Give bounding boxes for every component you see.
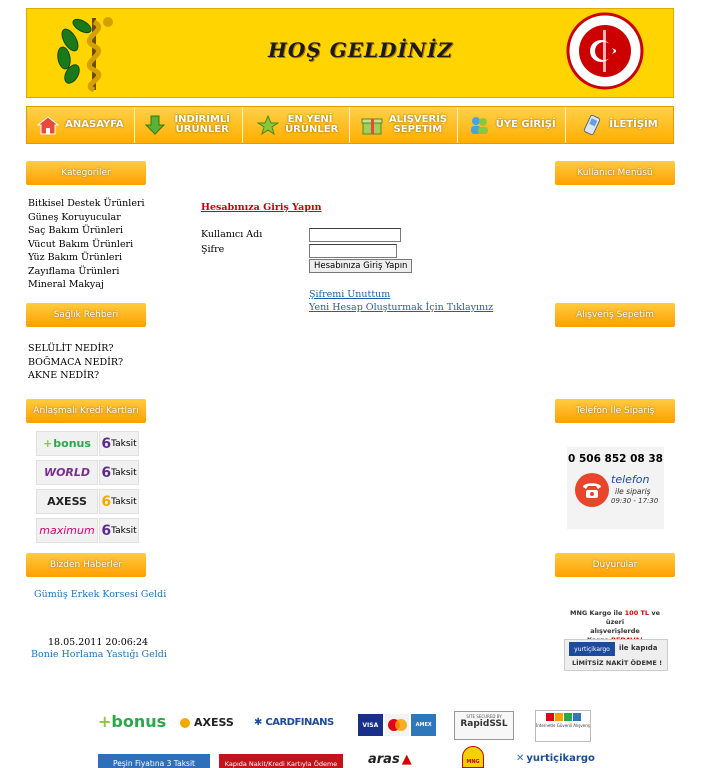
username-label: Kullanıcı Adı bbox=[201, 229, 263, 240]
credit-cards-header: Anlaşmalı Kredi Kartları bbox=[26, 399, 146, 423]
yurtici-logo: yurtiçikargo bbox=[569, 642, 615, 656]
taksit-badge: 6 Taksit bbox=[99, 431, 139, 456]
login-title[interactable]: Hesabınıza Giriş Yapın bbox=[201, 202, 322, 213]
phone-order-banner: 0 506 852 08 38 telefon ile sipariş 09:3… bbox=[567, 447, 664, 529]
category-link[interactable]: Yüz Bakım Ürünleri bbox=[28, 251, 145, 265]
taksit-badge: 6 Taksit bbox=[99, 460, 139, 485]
categories-list: Bitkisel Destek Ürünleri Güneş Koruyucul… bbox=[28, 197, 145, 292]
category-link[interactable]: Mineral Makyaj bbox=[28, 278, 145, 292]
health-link[interactable]: BOĞMACA NEDİR? bbox=[28, 356, 123, 370]
nav-indirimli[interactable]: İNDİRİMLİ ÜRÜNLER bbox=[135, 107, 243, 143]
etbis-footer-badge: İnternetle Güvenli Alışveriş bbox=[535, 710, 591, 742]
bonus-card-logo: + bonus bbox=[36, 431, 98, 456]
nav-label: İLETİŞİM bbox=[609, 119, 658, 130]
home-icon bbox=[37, 116, 60, 135]
nav-en-yeni[interactable]: EN YENİ ÜRÜNLER bbox=[243, 107, 351, 143]
category-link[interactable]: Zayıflama Ürünleri bbox=[28, 265, 145, 279]
register-link[interactable]: Yeni Hesap Oluşturmak İçin Tıklayınız bbox=[309, 302, 493, 313]
category-link[interactable]: Güneş Koruyucular bbox=[28, 211, 145, 225]
cash-on-delivery-bar: Kapıda Nakit/Kredi Kartıyla Ödeme bbox=[219, 754, 343, 768]
login-button[interactable]: Hesabınıza Giriş Yapın bbox=[309, 259, 413, 273]
categories-header: Kategoriler bbox=[26, 161, 146, 185]
ministry-seal-logo bbox=[566, 12, 644, 90]
bonus-footer-logo: + bonus bbox=[98, 712, 167, 731]
category-link[interactable]: Bitkisel Destek Ürünleri bbox=[28, 197, 145, 211]
news-link[interactable]: Bonie Horlama Yastığı Geldi bbox=[31, 649, 167, 660]
phone-sub: ile sipariş bbox=[615, 487, 651, 496]
nav-uye-girisi[interactable]: ÜYE GİRİŞİ bbox=[458, 107, 567, 143]
welcome-title: HOŞ GELDİNİZ bbox=[268, 38, 454, 62]
category-link[interactable]: Vücut Bakım Ürünleri bbox=[28, 238, 145, 252]
health-link[interactable]: AKNE NEDİR? bbox=[28, 369, 123, 383]
nav-iletisim[interactable]: İLETİŞİM bbox=[566, 107, 673, 143]
cardfinans-footer-logo: ✱ CARDFINANS bbox=[254, 717, 334, 728]
mng-footer-logo: MNG bbox=[462, 746, 484, 768]
news-header: Bizden Haberler bbox=[26, 553, 146, 577]
nav-label: İNDİRİMLİ ÜRÜNLER bbox=[174, 114, 231, 135]
nav-sepet[interactable]: ALIŞVERİŞ SEPETİM bbox=[350, 107, 459, 143]
mastercard-icon bbox=[384, 714, 410, 736]
taksit-badge: 6 Taksit bbox=[99, 489, 139, 514]
user-menu-header: Kullanıcı Menüsü bbox=[555, 161, 675, 185]
telephone-icon bbox=[575, 473, 609, 507]
gift-box-icon bbox=[361, 118, 383, 135]
nav-label: ALIŞVERİŞ SEPETİM bbox=[388, 114, 448, 135]
username-field[interactable] bbox=[309, 228, 401, 242]
health-link[interactable]: SELÜLİT NEDİR? bbox=[28, 342, 123, 356]
phone-order-header: Telefon İle Sipariş bbox=[555, 399, 675, 423]
health-guide-header: Sağlık Rehberi bbox=[26, 303, 146, 327]
main-nav: ANASAYFA İNDİRİMLİ ÜRÜNLER EN YENİ ÜRÜNL… bbox=[26, 106, 674, 144]
caduceus-logo bbox=[57, 17, 113, 93]
news-link[interactable]: Gümüş Erkek Korsesi Geldi bbox=[34, 589, 166, 600]
phone-hours: 09:30 - 17:30 bbox=[611, 497, 659, 505]
axess-footer-logo: AXESS bbox=[180, 716, 234, 729]
nav-label: EN YENİ ÜRÜNLER bbox=[285, 114, 339, 135]
yurtici-banner: yurtiçikargo ile kapıda LİMİTSİZ NAKİT Ö… bbox=[564, 639, 668, 671]
rapidssl-footer-badge: SITE SECURED BY RapidSSL bbox=[454, 711, 514, 740]
aras-footer-logo: aras ▲ bbox=[368, 752, 412, 767]
password-field[interactable] bbox=[309, 244, 397, 258]
users-icon bbox=[470, 117, 488, 134]
visa-icon: VISA bbox=[358, 714, 383, 736]
axess-card-logo: AXESS bbox=[36, 489, 98, 514]
nav-label: ANASAYFA bbox=[65, 119, 124, 130]
taksit-badge: 6 Taksit bbox=[99, 518, 139, 543]
yurtici-text: ile kapıda bbox=[619, 644, 658, 652]
health-guide-list: SELÜLİT NEDİR? BOĞMACA NEDİR? AKNE NEDİR… bbox=[28, 342, 123, 383]
shopping-cart-header: Alışveriş Sepetim bbox=[555, 303, 675, 327]
maximum-card-logo: maximum bbox=[36, 518, 98, 543]
card-brands-footer: VISA AMEX bbox=[358, 714, 437, 736]
amex-icon: AMEX bbox=[411, 714, 437, 736]
installment-bar: Peşin Fiyatına 3 Taksit bbox=[98, 754, 210, 768]
category-link[interactable]: Saç Bakım Ürünleri bbox=[28, 224, 145, 238]
phone-icon bbox=[584, 115, 601, 135]
nav-anasayfa[interactable]: ANASAYFA bbox=[27, 107, 135, 143]
nav-label: ÜYE GİRİŞİ bbox=[495, 119, 556, 130]
world-card-logo: WORLD bbox=[36, 460, 98, 485]
forgot-password-link[interactable]: Şifremi Unuttum bbox=[309, 289, 390, 300]
arrow-down-icon bbox=[145, 115, 166, 135]
star-icon bbox=[257, 115, 280, 135]
credit-card-grid: + bonus 6 Taksit WORLD 6 Taksit AXESS 6 Taks… bbox=[36, 431, 140, 546]
yurtici-footer-logo: ✕ yurtiçikargo bbox=[516, 753, 595, 764]
phone-number: 0 506 852 08 38 bbox=[568, 453, 663, 465]
announcements-header: Duyurular bbox=[555, 553, 675, 577]
password-label: Şifre bbox=[201, 244, 225, 255]
phone-word: telefon bbox=[611, 473, 650, 486]
news-date: 18.05.2011 20:06:24 bbox=[48, 637, 149, 648]
yurtici-text2: LİMİTSİZ NAKİT ÖDEME ! bbox=[571, 659, 663, 667]
